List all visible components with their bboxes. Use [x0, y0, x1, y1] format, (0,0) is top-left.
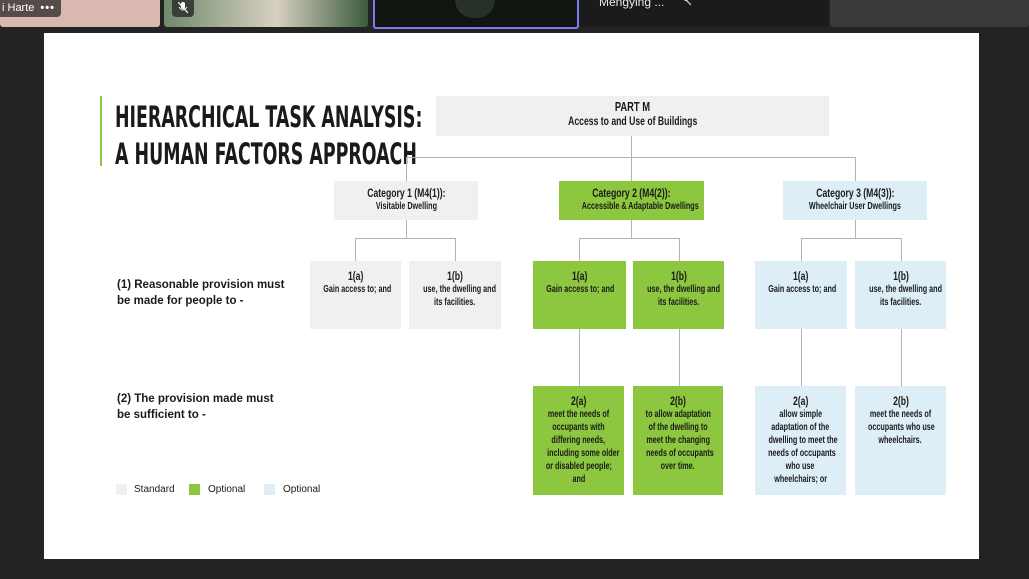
video-tile-participant-4[interactable]: Mengying ... — [579, 0, 829, 27]
cat2-node-2a: 2(a) meet the needs of occupants with di… — [533, 386, 624, 495]
connector — [631, 136, 632, 158]
legend-swatch-optional-blue — [264, 484, 275, 495]
connector — [679, 329, 680, 386]
cat3-node-1b: 1(b) use, the dwelling and its facilitie… — [855, 261, 946, 329]
category-3-node: Category 3 (M4(3)): Wheelchair User Dwel… — [783, 181, 927, 220]
legend-swatch-optional-green — [189, 484, 200, 495]
mic-off-icon — [681, 0, 692, 9]
slide-title-line-1: HIERARCHICAL TASK ANALYSIS: — [115, 100, 423, 134]
connector — [901, 238, 902, 261]
category-2-node: Category 2 (M4(2)): Accessible & Adaptab… — [559, 181, 704, 220]
cat2-node-1a: 1(a) Gain access to; and — [533, 261, 626, 329]
cat2-node-1b: 1(b) use, the dwelling and its facilitie… — [633, 261, 724, 329]
legend-swatch-standard — [116, 484, 127, 495]
cat3-node-1a: 1(a) Gain access to; and — [755, 261, 847, 329]
connector — [801, 238, 802, 261]
category-1-node: Category 1 (M4(1)): Visitable Dwelling — [334, 181, 478, 220]
video-tile-participant-5[interactable] — [830, 0, 1029, 27]
cat2-node-2b: 2(b) to allow adaptation of the dwelling… — [633, 386, 723, 495]
participant-name-label: Mengying ... — [599, 0, 665, 9]
participant-video — [455, 0, 495, 18]
video-tile-participant-2[interactable] — [164, 0, 368, 27]
connector — [801, 329, 802, 386]
connector — [631, 157, 632, 181]
connector — [579, 238, 580, 261]
video-tile-participant-1[interactable]: i Harte ••• — [0, 0, 160, 27]
legend-label-standard: Standard — [134, 484, 175, 495]
cat3-node-2a: 2(a) allow simple adaptation of the dwel… — [755, 386, 846, 495]
connector — [679, 238, 680, 261]
cat1-node-1a: 1(a) Gain access to; and — [310, 261, 401, 329]
video-tile-active-speaker[interactable] — [373, 0, 579, 29]
participant-name-label: i Harte ••• — [0, 0, 61, 17]
title-accent-bar — [100, 96, 102, 166]
connector — [801, 238, 902, 239]
connector — [855, 157, 856, 181]
slide-title-line-2: A HUMAN FACTORS APPROACH — [115, 137, 417, 171]
mic-off-icon — [172, 0, 194, 17]
more-options-icon[interactable]: ••• — [40, 2, 55, 14]
root-node-part-m: PART M Access to and Use of Buildings — [436, 96, 829, 136]
connector — [579, 238, 680, 239]
connector — [579, 329, 580, 386]
cat1-node-1b: 1(b) use, the dwelling and its facilitie… — [409, 261, 501, 329]
connector — [406, 157, 407, 181]
row-1-label: (1) Reasonable provision must be made for… — [117, 279, 285, 307]
connector — [455, 238, 456, 261]
row-2-label: (2) The provision made must be sufficient… — [117, 393, 274, 421]
connector — [901, 329, 902, 386]
cat3-node-2b: 2(b) meet the needs of occupants who use… — [855, 386, 946, 495]
connector — [631, 220, 632, 238]
connector — [355, 238, 356, 261]
connector — [355, 238, 456, 239]
legend-label-optional-green: Optional — [208, 484, 246, 495]
legend-label-optional-blue: Optional — [283, 484, 321, 495]
connector — [855, 220, 856, 238]
connector — [406, 220, 407, 238]
